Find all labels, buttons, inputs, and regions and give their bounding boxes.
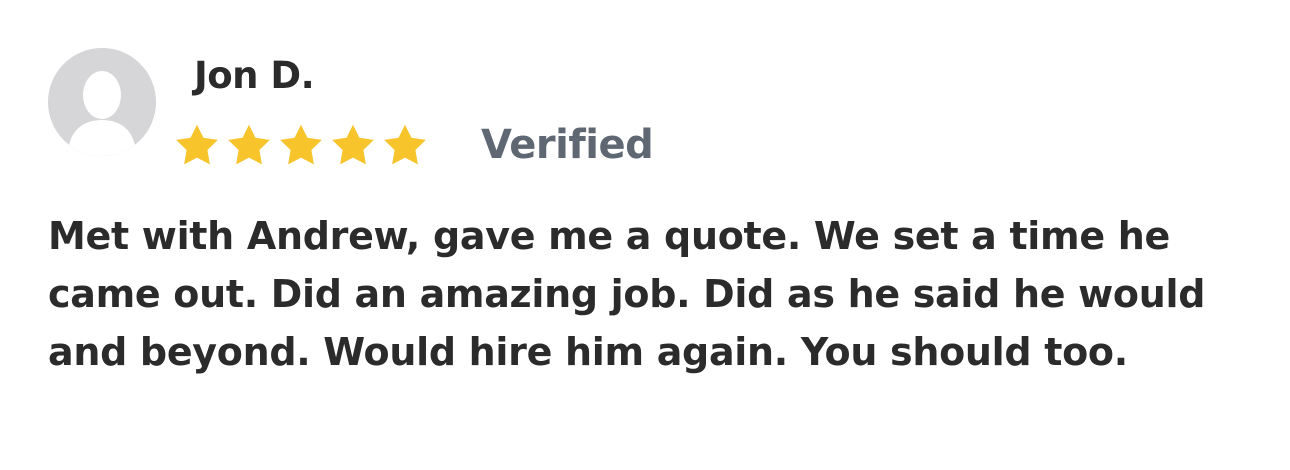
review-body: Met with Andrew, gave me a quote. We set… xyxy=(48,214,1206,374)
reviewer-name: Jon D. xyxy=(194,54,315,97)
user-silhouette-icon xyxy=(48,48,156,156)
star-filled-icon xyxy=(332,124,374,165)
star-filled-icon xyxy=(280,124,322,165)
review-card: Jon D. Verified Met with Andrew, gave me… xyxy=(0,0,1290,470)
star-filled-icon xyxy=(384,124,426,165)
star-rating xyxy=(172,121,432,171)
verified-badge: Verified xyxy=(481,122,654,168)
avatar xyxy=(48,48,156,156)
star-filled-icon xyxy=(176,124,218,165)
star-filled-icon xyxy=(228,124,270,165)
